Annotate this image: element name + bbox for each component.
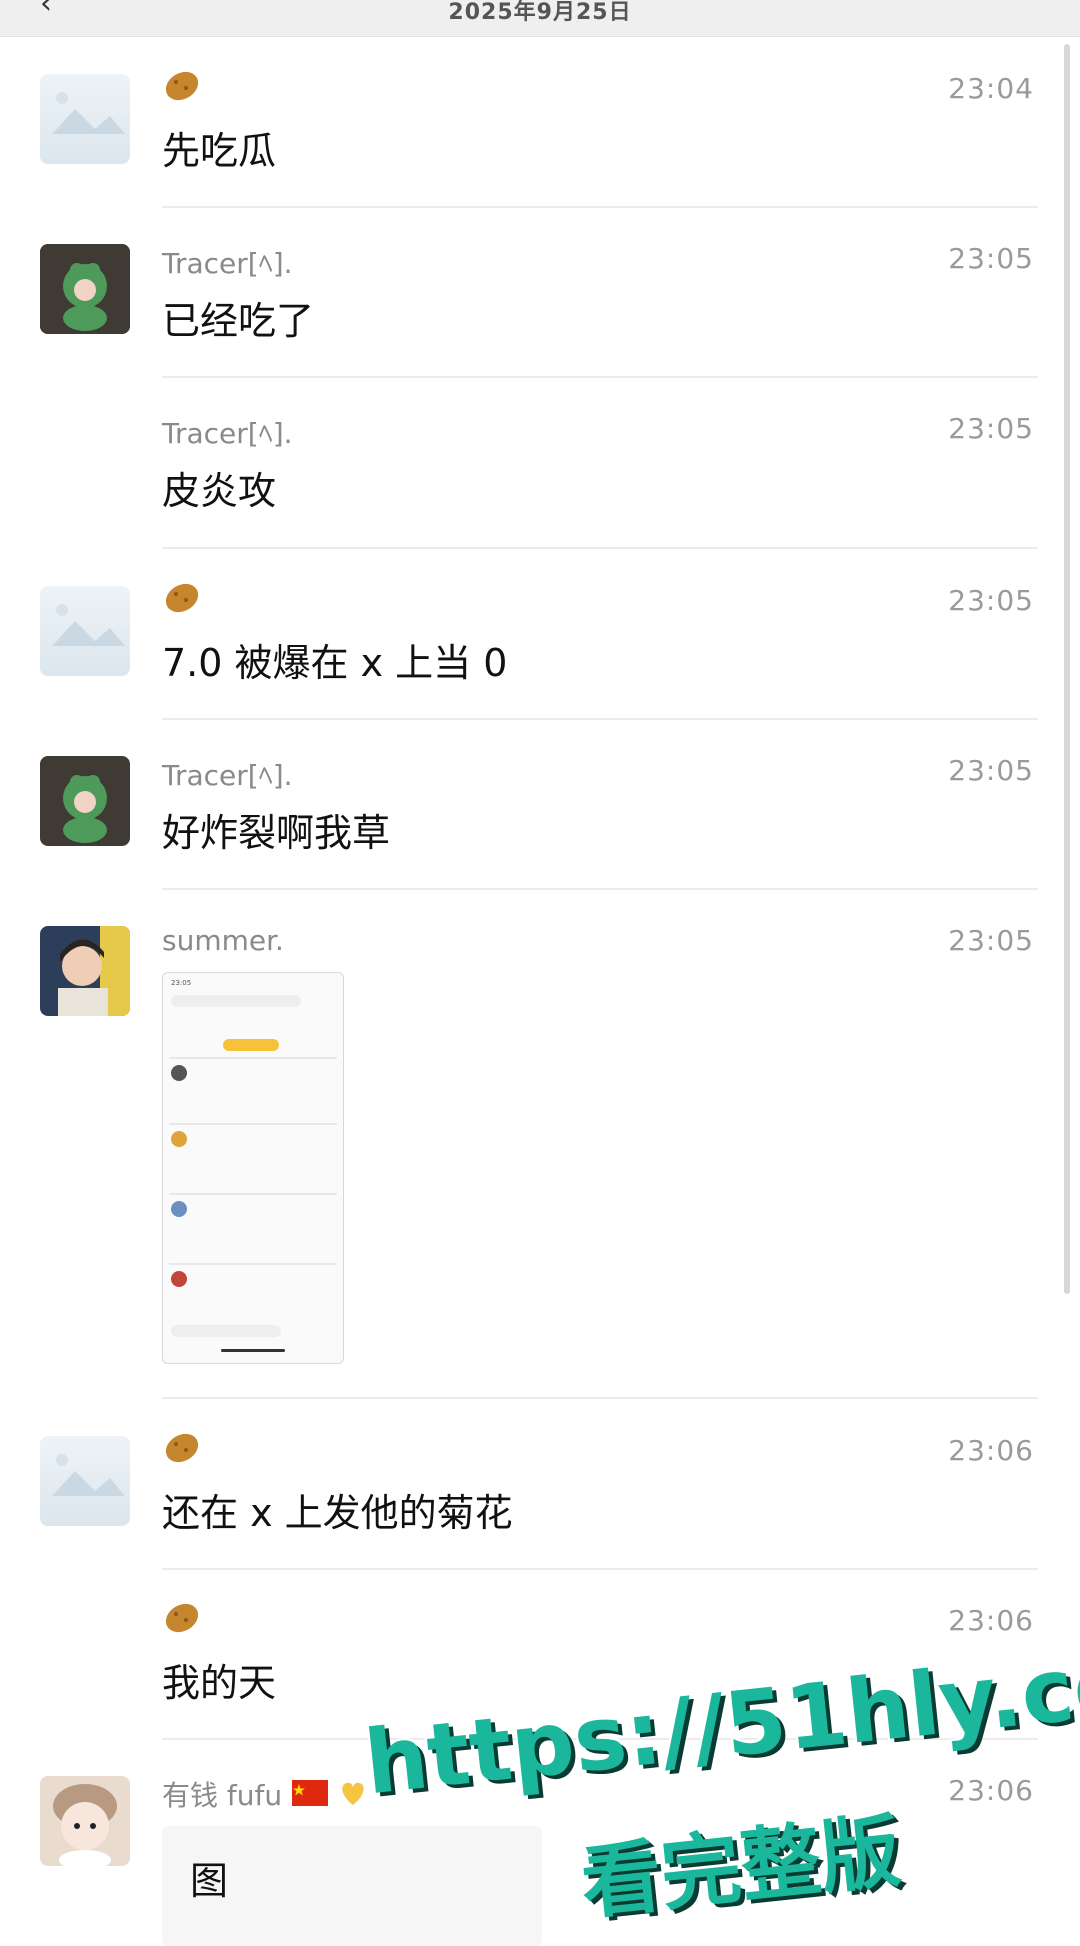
shared-screenshot-image[interactable]: 23:05 bbox=[162, 972, 344, 1364]
message-time: 23:05 bbox=[948, 584, 1034, 617]
sender-name[interactable]: Tracer[ﾍ]. bbox=[162, 242, 293, 282]
potato-icon bbox=[165, 1603, 199, 1633]
china-flag-icon bbox=[292, 1780, 328, 1806]
divider bbox=[162, 1397, 1038, 1399]
potato-icon bbox=[165, 1433, 199, 1463]
message-row: 23:04 先吃瓜 bbox=[0, 44, 1080, 204]
sender-name[interactable]: summer. bbox=[162, 924, 284, 957]
message-row: 23:06 还在 x 上发他的菊花 bbox=[0, 1400, 1080, 1570]
heart-icon bbox=[342, 1782, 364, 1805]
avatar[interactable] bbox=[40, 1776, 130, 1866]
avatar[interactable] bbox=[40, 756, 130, 846]
message-text: 皮炎攻 bbox=[162, 469, 277, 513]
potato-icon bbox=[165, 71, 199, 101]
sender-name[interactable]: 有钱 fufu bbox=[162, 1774, 282, 1814]
message-text: 我的天 bbox=[162, 1661, 277, 1705]
avatar[interactable] bbox=[40, 74, 130, 164]
message-time: 23:06 bbox=[948, 1774, 1034, 1807]
message-time: 23:04 bbox=[948, 72, 1034, 105]
message-row: 23:05 7.0 被爆在 x 上当 0 bbox=[0, 550, 1080, 720]
date-header-bar: ‹ 2025年9月25日 bbox=[0, 0, 1080, 37]
sender-name[interactable]: Tracer[ﾍ]. bbox=[162, 754, 293, 794]
avatar[interactable] bbox=[40, 586, 130, 676]
frog-plush-image bbox=[40, 756, 130, 846]
message-time: 23:06 bbox=[948, 1604, 1034, 1637]
image-placeholder-icon bbox=[52, 92, 125, 134]
message-row: summer. 23:05 23:05 bbox=[0, 890, 1080, 1400]
message-row: Tracer[ﾍ]. 23:05 好炸裂啊我草 bbox=[0, 720, 1080, 890]
avatar[interactable] bbox=[40, 1436, 130, 1526]
message-text: 先吃瓜 bbox=[162, 129, 277, 173]
message-text: 还在 x 上发他的菊花 bbox=[162, 1491, 513, 1535]
message-text: 图 bbox=[190, 1859, 229, 1903]
avatar[interactable] bbox=[40, 926, 130, 1016]
image-placeholder-icon bbox=[52, 1454, 125, 1496]
message-row: Tracer[ﾍ]. 23:05 皮炎攻 bbox=[0, 378, 1080, 548]
image-placeholder-icon bbox=[52, 604, 125, 646]
person-photo-image bbox=[40, 926, 130, 1016]
message-time: 23:05 bbox=[948, 242, 1034, 275]
quoted-message[interactable]: 图 bbox=[162, 1826, 542, 1946]
sender-name[interactable]: Tracer[ﾍ]. bbox=[162, 412, 293, 452]
message-time: 23:05 bbox=[948, 754, 1034, 787]
message-time: 23:05 bbox=[948, 412, 1034, 445]
message-time: 23:06 bbox=[948, 1434, 1034, 1467]
avatar[interactable] bbox=[40, 244, 130, 334]
message-row: Tracer[ﾍ]. 23:05 已经吃了 bbox=[0, 208, 1080, 378]
divider bbox=[162, 547, 1038, 549]
doll-photo-image bbox=[40, 1776, 130, 1866]
message-text: 已经吃了 bbox=[162, 299, 315, 343]
frog-plush-image bbox=[40, 244, 130, 334]
message-text: 好炸裂啊我草 bbox=[162, 811, 391, 855]
message-time: 23:05 bbox=[948, 924, 1034, 957]
potato-icon bbox=[165, 583, 199, 613]
message-text: 7.0 被爆在 x 上当 0 bbox=[162, 641, 508, 685]
date-label: 2025年9月25日 bbox=[448, 0, 632, 25]
